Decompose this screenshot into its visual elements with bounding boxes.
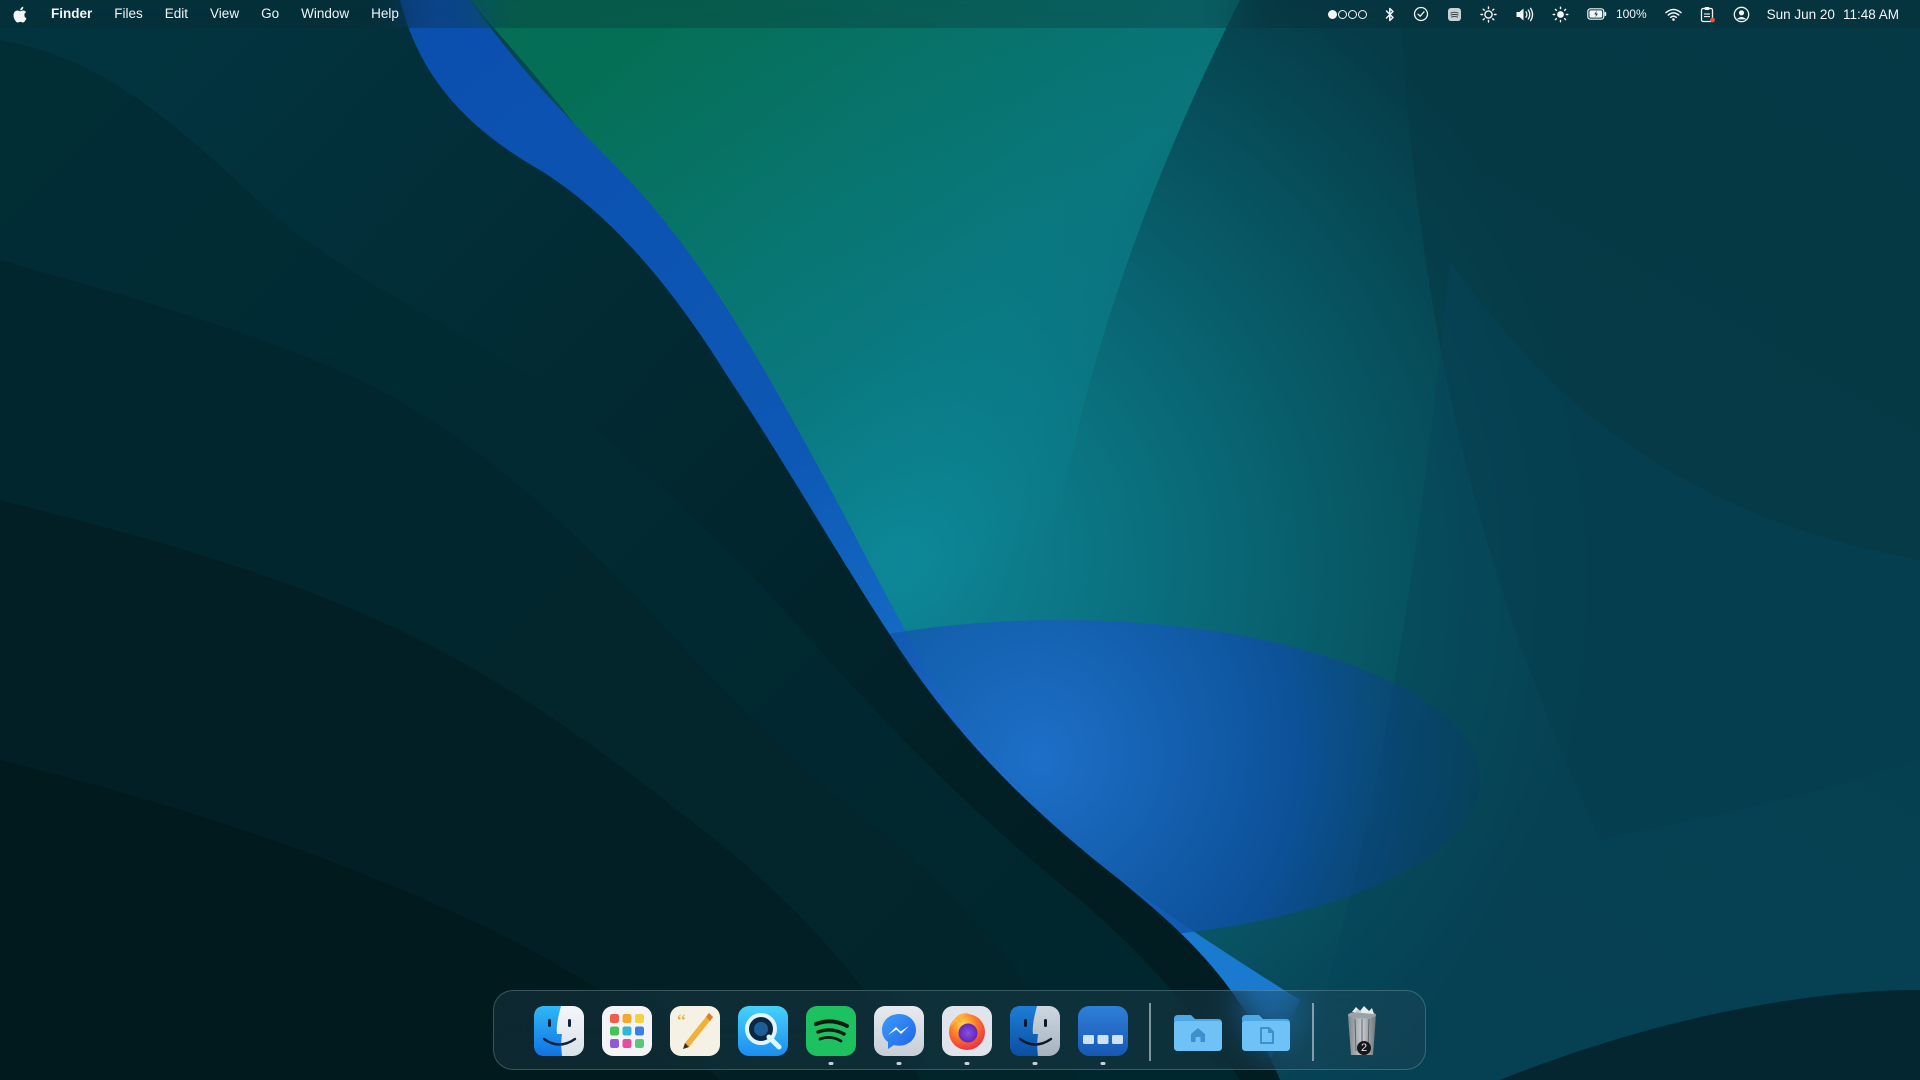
- display-brightness-icon[interactable]: [1480, 0, 1497, 28]
- space-dot: [1337, 9, 1347, 19]
- dock-documents-folder[interactable]: [1238, 1003, 1294, 1059]
- space-dot: [1357, 9, 1367, 19]
- menu-bar-left: Finder Files Edit View Go Window Help: [0, 0, 410, 28]
- bluetooth-icon[interactable]: [1385, 0, 1395, 28]
- finder-icon: [1010, 1006, 1060, 1056]
- home-folder-icon: [1174, 1015, 1222, 1051]
- space-dot: [1327, 9, 1337, 19]
- quicktime-icon: [738, 1006, 788, 1056]
- app-status-icon[interactable]: [1447, 0, 1462, 28]
- spaces-indicator-icon[interactable]: [1327, 0, 1367, 28]
- menu-files[interactable]: Files: [103, 0, 154, 28]
- desktop-wallpaper: [0, 0, 1920, 1080]
- dock-launchpad[interactable]: [599, 1003, 655, 1059]
- dock-home-folder[interactable]: [1170, 1003, 1226, 1059]
- firefox-icon: [942, 1006, 992, 1056]
- dock-separator: [1312, 1003, 1314, 1061]
- wifi-icon[interactable]: [1664, 0, 1682, 28]
- menu-bar-clock[interactable]: Sun Jun 20 11:48 AM: [1767, 0, 1899, 28]
- battery-percent: 100%: [1615, 7, 1647, 21]
- running-indicator: [964, 1062, 970, 1065]
- running-indicator: [1032, 1062, 1038, 1065]
- trash-count-badge: 2: [1357, 1041, 1371, 1055]
- svg-text:“: “: [677, 1011, 686, 1033]
- clock-time: 11:48 AM: [1842, 6, 1899, 22]
- dock: “ 2: [493, 990, 1426, 1070]
- documents-folder-icon: [1242, 1015, 1290, 1051]
- menu-bar: Finder Files Edit View Go Window Help 10…: [0, 0, 1920, 28]
- dock-mission-control[interactable]: [1075, 1003, 1131, 1065]
- menu-view[interactable]: View: [199, 0, 250, 28]
- clipboard-icon[interactable]: [1700, 0, 1715, 28]
- user-account-icon[interactable]: [1733, 0, 1750, 28]
- battery-icon[interactable]: [1587, 0, 1607, 28]
- menu-app-name[interactable]: Finder: [40, 0, 103, 28]
- menu-help[interactable]: Help: [360, 0, 410, 28]
- running-indicator: [896, 1062, 902, 1065]
- dock-finder-2[interactable]: [1007, 1003, 1063, 1065]
- messenger-icon: [874, 1006, 924, 1056]
- menu-bar-status-area: 100% Sun Jun 20 11:48 AM: [1319, 0, 1908, 28]
- dock-messenger[interactable]: [871, 1003, 927, 1065]
- menu-window[interactable]: Window: [290, 0, 360, 28]
- keyboard-brightness-icon[interactable]: [1552, 0, 1569, 28]
- script-editor-icon: “: [670, 1006, 720, 1056]
- volume-icon[interactable]: [1515, 0, 1534, 28]
- running-indicator: [828, 1062, 834, 1065]
- mission-control-icon: [1078, 1006, 1128, 1056]
- menu-edit[interactable]: Edit: [154, 0, 199, 28]
- running-indicator: [1100, 1062, 1106, 1065]
- launchpad-icon: [602, 1006, 652, 1056]
- desktop: Finder Files Edit View Go Window Help 10…: [0, 0, 1920, 1080]
- dock-spotify[interactable]: [803, 1003, 859, 1065]
- dock-separator: [1149, 1003, 1151, 1061]
- dock-finder[interactable]: [531, 1003, 587, 1059]
- dock-trash[interactable]: 2: [1334, 1003, 1390, 1059]
- space-dot: [1347, 9, 1357, 19]
- clock-date: Sun Jun 20: [1766, 6, 1835, 22]
- menu-go[interactable]: Go: [250, 0, 290, 28]
- dock-firefox[interactable]: [939, 1003, 995, 1065]
- checkmark-circle-icon[interactable]: [1413, 0, 1429, 28]
- dock-quicktime[interactable]: [735, 1003, 791, 1059]
- apple-logo-icon[interactable]: [10, 0, 28, 28]
- spotify-icon: [806, 1006, 856, 1056]
- dock-script-editor[interactable]: “: [667, 1003, 723, 1059]
- finder-icon: [534, 1006, 584, 1056]
